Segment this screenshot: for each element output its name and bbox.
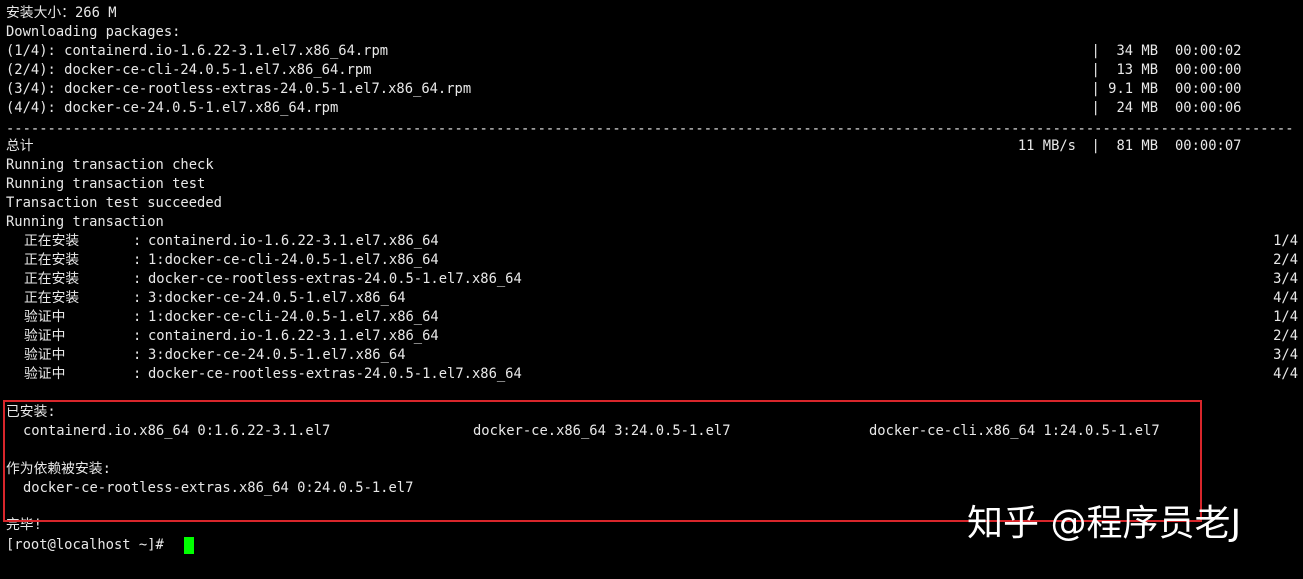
step-separator: :: [133, 233, 142, 249]
step-package: containerd.io-1.6.22-3.1.el7.x86_64: [148, 328, 439, 344]
step-action: 正在安装: [24, 252, 80, 268]
step-count: 1/4: [1273, 309, 1298, 325]
step-row: 正在安装 : docker-ce-rootless-extras-24.0.5-…: [6, 270, 1298, 289]
step-action: 验证中: [24, 309, 66, 325]
download-name: (1/4): containerd.io-1.6.22-3.1.el7.x86_…: [6, 43, 389, 59]
transaction-line: Running transaction: [6, 214, 164, 230]
step-package: 1:docker-ce-cli-24.0.5-1.el7.x86_64: [148, 252, 439, 268]
transaction-line: Running transaction test: [6, 176, 206, 192]
step-package: docker-ce-rootless-extras-24.0.5-1.el7.x…: [148, 366, 522, 382]
step-package: containerd.io-1.6.22-3.1.el7.x86_64: [148, 233, 439, 249]
transaction-line: Running transaction check: [6, 157, 214, 173]
step-separator: :: [133, 290, 142, 306]
download-name: (4/4): docker-ce-24.0.5-1.el7.x86_64.rpm: [6, 100, 339, 116]
step-action: 验证中: [24, 366, 66, 382]
transaction-line: Transaction test succeeded: [6, 195, 222, 211]
downloading-line: Downloading packages:: [6, 24, 181, 40]
download-time: 00:00:06: [1175, 100, 1242, 116]
step-separator: :: [133, 328, 142, 344]
step-package: 3:docker-ce-24.0.5-1.el7.x86_64: [148, 347, 406, 363]
download-row: (1/4): containerd.io-1.6.22-3.1.el7.x86_…: [6, 42, 1296, 61]
terminal-cursor[interactable]: [184, 537, 194, 554]
step-count: 4/4: [1273, 366, 1298, 382]
step-count: 3/4: [1273, 271, 1298, 287]
step-separator: :: [133, 252, 142, 268]
total-row: 总计 11 MB/s | 81 MB 00:00:07: [6, 137, 1296, 156]
step-action: 验证中: [24, 347, 66, 363]
install-size-line: 安装大小：266 M: [6, 5, 117, 21]
step-action: 正在安装: [24, 290, 80, 306]
watermark: 知乎 @程序员老J: [967, 503, 1242, 544]
download-row: (3/4): docker-ce-rootless-extras-24.0.5-…: [6, 80, 1296, 99]
step-count: 2/4: [1273, 252, 1298, 268]
step-separator: :: [133, 309, 142, 325]
step-separator: :: [133, 271, 142, 287]
step-count: 1/4: [1273, 233, 1298, 249]
download-size: | 9.1 MB: [1091, 81, 1158, 97]
step-row: 正在安装 : 3:docker-ce-24.0.5-1.el7.x86_64 4…: [6, 289, 1298, 308]
download-time: 00:00:00: [1175, 81, 1242, 97]
step-action: 验证中: [24, 328, 66, 344]
step-package: 3:docker-ce-24.0.5-1.el7.x86_64: [148, 290, 406, 306]
step-separator: :: [133, 366, 142, 382]
step-row: 验证中 : 3:docker-ce-24.0.5-1.el7.x86_64 3/…: [6, 346, 1298, 365]
shell-prompt: [root@localhost ~]#: [6, 537, 164, 553]
step-package: docker-ce-rootless-extras-24.0.5-1.el7.x…: [148, 271, 522, 287]
download-size: | 34 MB: [1091, 43, 1158, 59]
total-size: | 81 MB: [1091, 138, 1158, 154]
download-time: 00:00:00: [1175, 62, 1242, 78]
step-row: 正在安装 : containerd.io-1.6.22-3.1.el7.x86_…: [6, 232, 1298, 251]
download-time: 00:00:02: [1175, 43, 1242, 59]
download-name: (3/4): docker-ce-rootless-extras-24.0.5-…: [6, 81, 472, 97]
step-count: 4/4: [1273, 290, 1298, 306]
step-count: 2/4: [1273, 328, 1298, 344]
step-action: 正在安装: [24, 271, 80, 287]
step-count: 3/4: [1273, 347, 1298, 363]
step-row: 验证中 : docker-ce-rootless-extras-24.0.5-1…: [6, 365, 1298, 384]
download-name: (2/4): docker-ce-cli-24.0.5-1.el7.x86_64…: [6, 62, 372, 78]
step-package: 1:docker-ce-cli-24.0.5-1.el7.x86_64: [148, 309, 439, 325]
step-row: 验证中 : containerd.io-1.6.22-3.1.el7.x86_6…: [6, 327, 1298, 346]
step-separator: :: [133, 347, 142, 363]
download-row: (2/4): docker-ce-cli-24.0.5-1.el7.x86_64…: [6, 61, 1296, 80]
step-row: 正在安装 : 1:docker-ce-cli-24.0.5-1.el7.x86_…: [6, 251, 1298, 270]
download-size: | 24 MB: [1091, 100, 1158, 116]
download-size: | 13 MB: [1091, 62, 1158, 78]
total-speed: 11 MB/s: [1017, 138, 1076, 154]
download-row: (4/4): docker-ce-24.0.5-1.el7.x86_64.rpm…: [6, 99, 1296, 118]
step-action: 正在安装: [24, 233, 80, 249]
step-row: 验证中 : 1:docker-ce-cli-24.0.5-1.el7.x86_6…: [6, 308, 1298, 327]
total-label: 总计: [6, 138, 34, 154]
total-time: 00:00:07: [1175, 138, 1242, 154]
